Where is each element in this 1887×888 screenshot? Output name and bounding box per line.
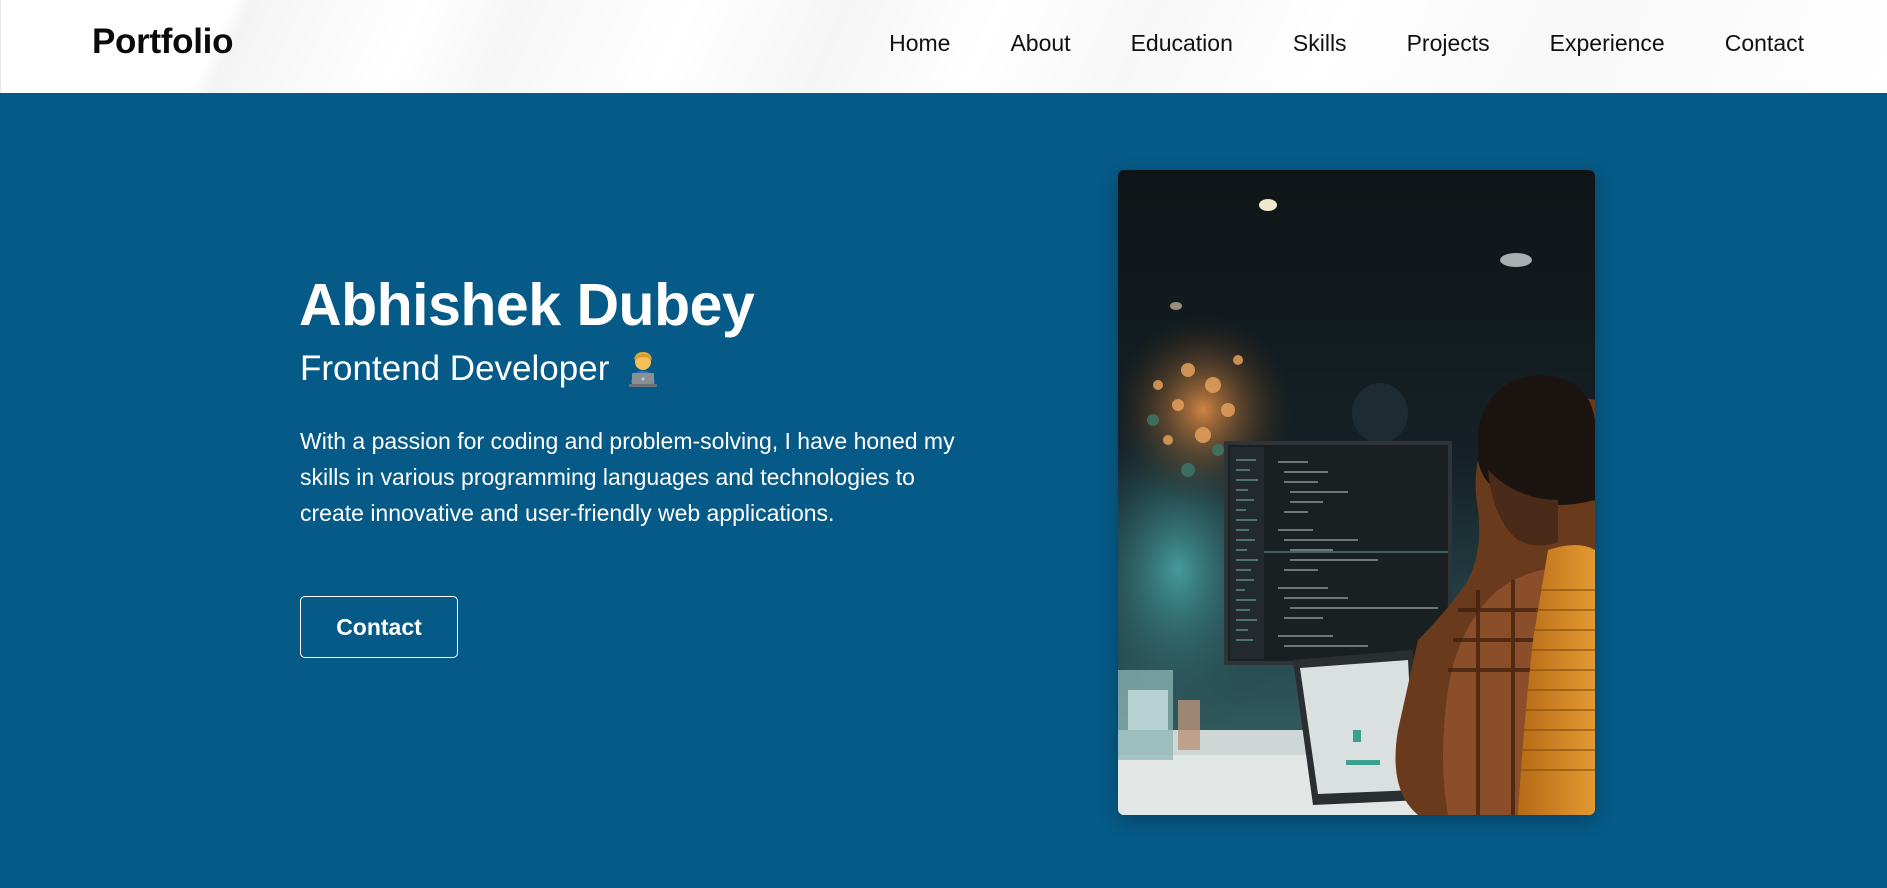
nav-item-skills[interactable]: Skills	[1293, 30, 1347, 57]
hero-section: Abhishek Dubey Frontend Developer With a…	[0, 93, 1887, 888]
contact-button[interactable]: Contact	[300, 596, 458, 658]
hero-name: Abhishek Dubey	[299, 272, 755, 338]
technologist-emoji-icon	[623, 349, 663, 389]
nav-item-education[interactable]: Education	[1131, 30, 1233, 57]
nav-item-projects[interactable]: Projects	[1407, 30, 1490, 57]
nav-item-contact[interactable]: Contact	[1725, 30, 1804, 57]
nav-item-experience[interactable]: Experience	[1550, 30, 1665, 57]
nav-item-about[interactable]: About	[1010, 30, 1070, 57]
hero-description: With a passion for coding and problem-so…	[300, 428, 955, 526]
nav-menu: Home About Education Skills Projects Exp…	[829, 30, 1804, 57]
brand-logo[interactable]: Portfolio	[92, 22, 233, 62]
nav-item-home[interactable]: Home	[889, 30, 950, 57]
hero-role-text: Frontend Developer	[300, 349, 610, 388]
developer-at-workstation-photo	[1118, 170, 1595, 815]
navbar: Portfolio Home About Education Skills Pr…	[0, 0, 1887, 93]
hero-role: Frontend Developer	[300, 349, 663, 389]
